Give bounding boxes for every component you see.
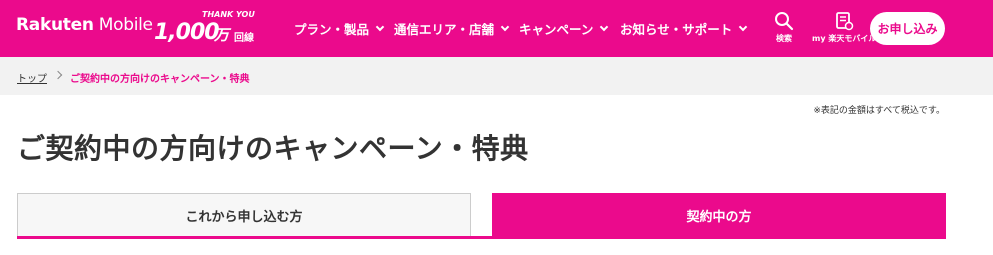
chevron-down-icon [375,22,385,31]
anniversary-thanks: THANK YOU [202,10,255,19]
anniversary-badge[interactable]: THANK YOU 1,000 万 回線 [152,8,282,50]
my-rakuten-mobile-label: my 楽天モバイル [812,34,877,43]
breadcrumb-current: ご契約中の方向けのキャンペーン・特典 [70,74,250,85]
tab-label: 契約中の方 [686,209,752,225]
tab-underline [17,236,946,239]
anniversary-number: 1,000 [154,20,220,45]
nav-label: お知らせ・サポート [620,22,733,37]
tab-new-applicants[interactable]: これから申し込む方 [17,193,471,237]
my-account-icon [836,12,854,31]
chevron-down-icon [739,22,748,31]
nav-label: 通信エリア・店舗 [394,22,495,37]
anniversary-unit: 万 [214,26,230,44]
logo-brand: Rakuten [16,15,94,35]
tab-label: これから申し込む方 [185,209,303,225]
apply-button[interactable]: お申し込み [870,12,945,45]
tab-current-subscribers[interactable]: 契約中の方 [492,193,946,237]
nav-label: プラン・製品 [294,22,370,37]
logo-product: Mobile [93,15,153,35]
breadcrumb-home-link[interactable]: トップ [17,70,47,85]
nav-coverage-stores[interactable]: 通信エリア・店舗 [394,19,512,38]
nav-label: キャンペーン [519,22,594,37]
search-label: 検索 [776,34,792,43]
page-title: ご契約中の方向けのキャンペーン・特典 [17,132,529,165]
nav-plans-products[interactable]: プラン・製品 [294,19,387,38]
rakuten-mobile-logo[interactable]: Rakuten Mobile [16,15,153,35]
site-header: Rakuten Mobile THANK YOU 1,000 万 回線 プラン・… [0,0,993,57]
chevron-down-icon [500,22,510,31]
my-rakuten-mobile-button[interactable]: my 楽天モバイル [812,11,876,44]
tax-note: ※表記の金額はすべて税込です。 [813,106,945,116]
search-button[interactable]: 検索 [774,11,794,44]
breadcrumb: トップ ご契約中の方向けのキャンペーン・特典 [0,57,993,95]
chevron-down-icon [600,22,609,31]
search-icon [775,12,794,31]
anniversary-unit-suffix: 回線 [234,33,254,44]
nav-campaigns[interactable]: キャンペーン [519,19,611,38]
chevron-right-icon [53,70,63,80]
nav-news-support[interactable]: お知らせ・サポート [620,19,750,38]
